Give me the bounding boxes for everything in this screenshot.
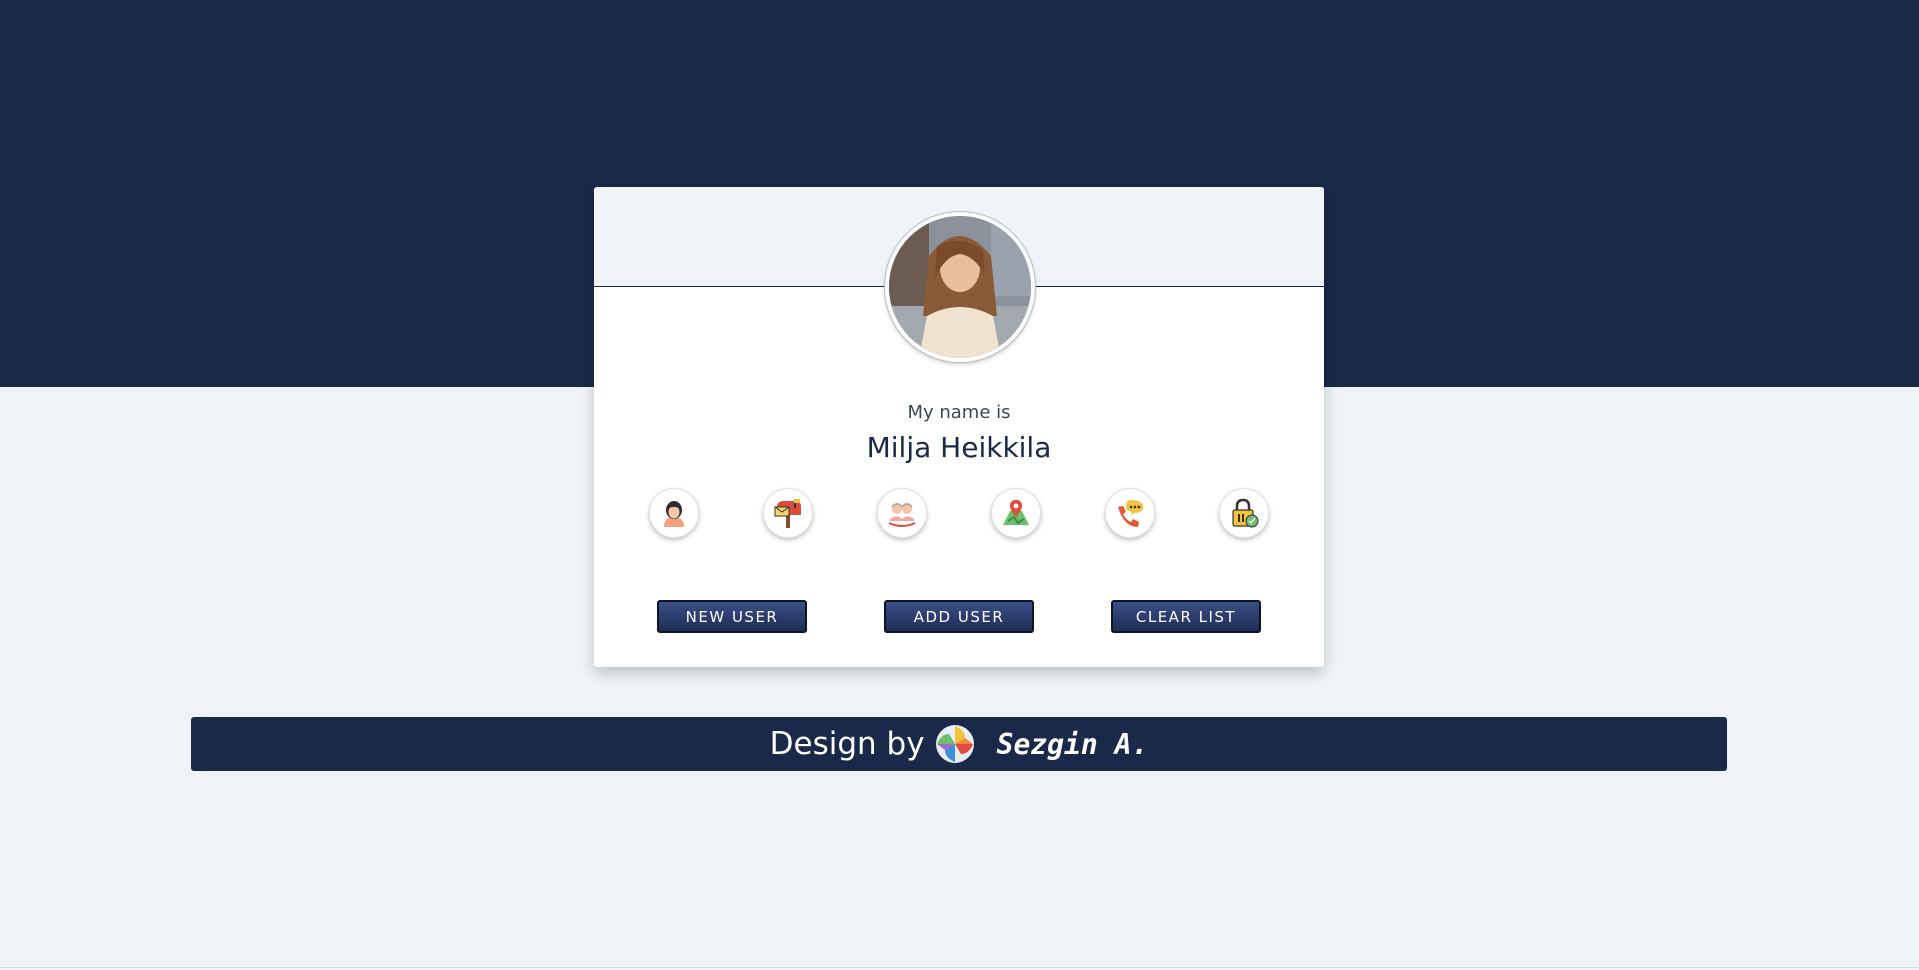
design-by-text: Design by xyxy=(769,726,925,762)
mailbox-icon[interactable] xyxy=(763,488,813,538)
user-info-icons xyxy=(594,488,1324,540)
action-buttons: NEW USER ADD USER CLEAR LIST xyxy=(594,600,1324,634)
avatar-photo xyxy=(889,216,1031,358)
user-card: My name is Milja Heikkila NEW USER ADD U… xyxy=(594,187,1324,667)
page-bottom-divider xyxy=(0,967,1919,968)
pinwheel-logo-icon xyxy=(935,725,974,763)
author-name: Sezgin A. xyxy=(996,727,1149,761)
new-user-button[interactable]: NEW USER xyxy=(657,600,807,633)
user-icon[interactable] xyxy=(649,488,699,538)
map-icon[interactable] xyxy=(991,488,1041,538)
phone-icon[interactable] xyxy=(1105,488,1155,538)
age-icon[interactable] xyxy=(877,488,927,538)
user-name: Milja Heikkila xyxy=(866,431,1052,464)
add-user-button[interactable]: ADD USER xyxy=(884,600,1034,633)
footer-bar: Design by Sezgin A. xyxy=(191,717,1727,771)
avatar xyxy=(885,212,1035,362)
clear-list-button[interactable]: CLEAR LIST xyxy=(1111,600,1261,633)
padlock-icon[interactable] xyxy=(1219,488,1269,538)
name-label: My name is xyxy=(907,402,1011,423)
